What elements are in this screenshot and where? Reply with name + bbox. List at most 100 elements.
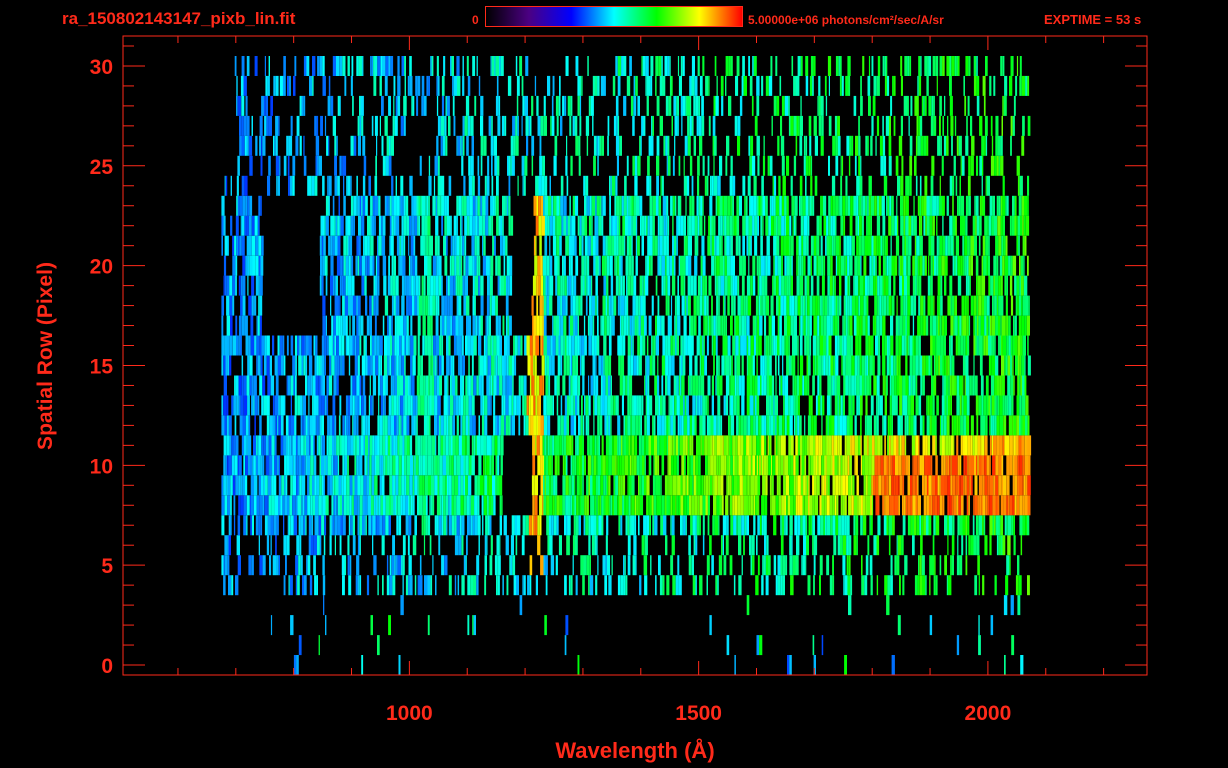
heatmap-cell	[1006, 555, 1010, 576]
heatmap-cell	[973, 235, 977, 256]
heatmap-cell	[458, 435, 462, 456]
heatmap-cell	[978, 455, 982, 476]
heatmap-cell	[694, 495, 698, 516]
heatmap-cell	[627, 475, 629, 496]
heatmap-cell	[747, 475, 750, 496]
heatmap-cell	[906, 235, 908, 256]
heatmap-cell	[250, 475, 254, 496]
heatmap-cell	[877, 455, 881, 476]
heatmap-cell	[684, 455, 686, 476]
heatmap-cell	[364, 455, 366, 476]
heatmap-cell	[692, 475, 694, 496]
heatmap-cell	[610, 415, 612, 436]
heatmap-cell	[303, 515, 306, 536]
heatmap-cell	[611, 175, 616, 196]
heatmap-cell	[857, 495, 859, 516]
heatmap-cell	[289, 575, 293, 596]
heatmap-cell	[828, 215, 831, 236]
heatmap-cell	[645, 255, 647, 276]
heatmap-cell	[833, 355, 836, 376]
heatmap-cell	[458, 475, 461, 496]
heatmap-cell	[254, 455, 256, 476]
heatmap-cell	[949, 515, 953, 536]
heatmap-cell	[893, 475, 896, 496]
heatmap-cell	[727, 515, 729, 536]
heatmap-cell	[903, 295, 906, 316]
heatmap-cell	[544, 195, 548, 216]
heatmap-cell	[426, 235, 429, 256]
heatmap-cell	[221, 235, 223, 256]
heatmap-cell	[942, 375, 944, 396]
heatmap-cell	[449, 415, 453, 436]
heatmap-cell	[260, 355, 263, 376]
heatmap-cell	[994, 415, 997, 436]
heatmap-cell	[315, 375, 319, 396]
heatmap-cell	[926, 195, 930, 216]
heatmap-cell	[334, 235, 338, 256]
heatmap-cell	[714, 475, 718, 496]
heatmap-cell	[962, 255, 965, 276]
heatmap-cell	[749, 195, 751, 216]
heatmap-cell	[657, 455, 660, 476]
heatmap-cell	[573, 515, 576, 536]
heatmap-cell	[1014, 335, 1018, 356]
heatmap-cell	[730, 315, 733, 336]
heatmap-cell	[922, 575, 926, 596]
heatmap-cell	[584, 275, 587, 296]
heatmap-cell	[891, 375, 895, 396]
heatmap-cell	[427, 415, 429, 436]
heatmap-cell	[422, 335, 425, 356]
heatmap-cell	[802, 515, 806, 536]
heatmap-cell	[394, 415, 397, 436]
heatmap-cell	[609, 195, 611, 216]
heatmap-cell	[865, 195, 868, 216]
heatmap-cell	[488, 215, 492, 236]
heatmap-cell	[401, 455, 405, 476]
heatmap-cell	[868, 415, 872, 436]
heatmap-cell	[799, 255, 802, 276]
heatmap-cell	[324, 255, 326, 276]
heatmap-cell	[851, 475, 853, 496]
heatmap-cell	[729, 475, 732, 496]
heatmap-cells	[221, 56, 1032, 675]
heatmap-cell	[556, 315, 559, 336]
heatmap-cell	[752, 275, 756, 296]
heatmap-cell	[396, 355, 399, 376]
heatmap-cell	[812, 635, 815, 656]
heatmap-cell	[799, 355, 804, 376]
heatmap-cell	[520, 335, 523, 356]
heatmap-cell	[570, 455, 573, 476]
heatmap-cell	[737, 435, 741, 456]
heatmap-cell	[276, 555, 279, 576]
heatmap-cell	[744, 315, 747, 336]
heatmap-cell	[620, 475, 623, 496]
heatmap-cell	[618, 515, 621, 536]
heatmap-cell	[951, 415, 954, 436]
heatmap-cell	[855, 335, 859, 356]
heatmap-cell	[789, 535, 792, 556]
heatmap-cell	[991, 435, 993, 456]
heatmap-cell	[1009, 495, 1013, 516]
heatmap-cell	[412, 475, 415, 496]
heatmap-cell	[873, 235, 877, 256]
heatmap-cell	[834, 375, 837, 396]
heatmap-cell	[665, 375, 668, 396]
heatmap-cell	[641, 395, 644, 416]
heatmap-cell	[348, 355, 351, 376]
heatmap-cell	[981, 195, 984, 216]
heatmap-cell	[997, 315, 1001, 336]
heatmap-cell	[532, 275, 537, 296]
heatmap-cell	[223, 575, 226, 596]
heatmap-cell	[674, 295, 677, 316]
heatmap-cell	[343, 195, 346, 216]
heatmap-cell	[685, 515, 687, 536]
heatmap-cell	[998, 475, 1002, 496]
heatmap-cell	[782, 555, 786, 576]
heatmap-cell	[988, 315, 991, 336]
heatmap-cell	[438, 415, 441, 436]
heatmap-cell	[483, 455, 485, 476]
heatmap-cell	[591, 295, 596, 316]
heatmap-cell	[467, 615, 470, 636]
heatmap-cell	[785, 475, 790, 496]
heatmap-cell	[350, 515, 352, 536]
